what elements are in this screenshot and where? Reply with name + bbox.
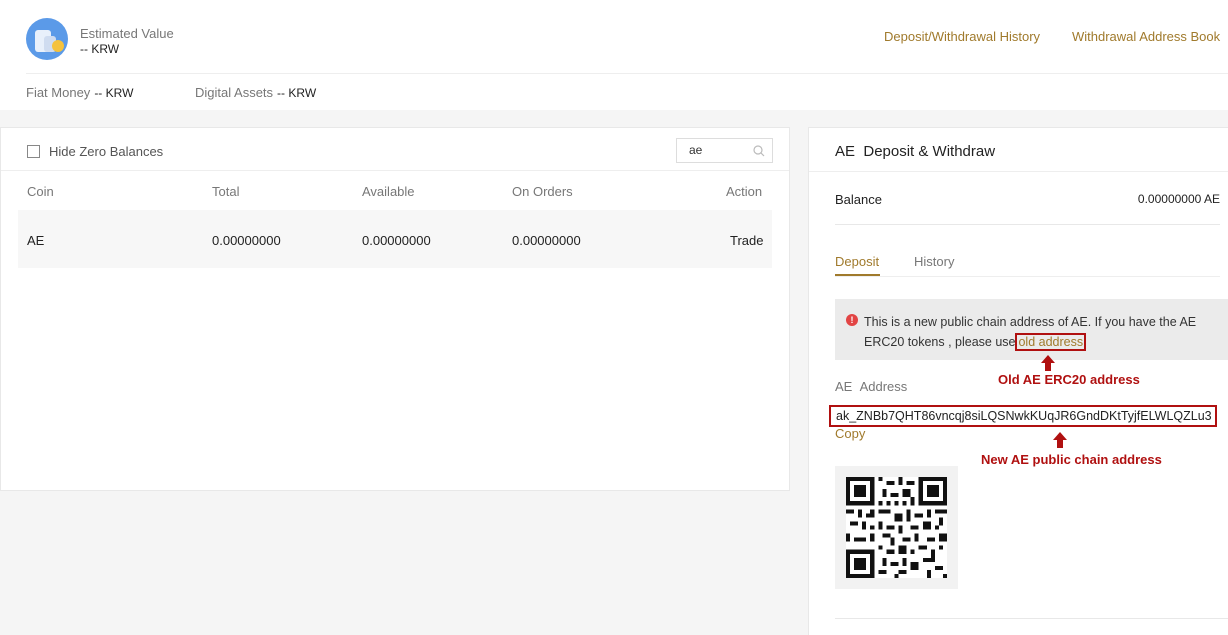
error-icon: ! [846,314,858,326]
tab-history[interactable]: History [914,254,954,269]
cell-available: 0.00000000 [362,233,431,248]
cell-total: 0.00000000 [212,233,281,248]
annotation-old-address: Old AE ERC20 address [998,372,1140,387]
notice-text: This is a new public chain address of AE… [864,312,1209,352]
address-label-coin: AE [835,379,853,394]
column-header-on-orders: On Orders [512,184,573,199]
fiat-money-value: -- KRW [94,86,134,100]
column-header-total: Total [212,184,240,199]
coin-search-input[interactable] [689,142,749,158]
divider [835,276,1220,277]
divider [809,171,1228,172]
trade-link[interactable]: Trade [730,233,763,248]
divider [26,73,1228,74]
qr-code-icon [846,477,947,578]
coin-search[interactable] [676,138,773,163]
cell-coin: AE [27,233,45,248]
hide-zero-label: Hide Zero Balances [49,144,164,159]
deposit-withdrawal-history-link[interactable]: Deposit/Withdrawal History [884,29,1040,44]
column-header-available: Available [362,184,415,199]
up-arrow-icon [1053,432,1067,448]
balances-panel: Hide Zero Balances Coin Total Available … [0,127,790,491]
divider [835,618,1228,619]
cell-on-orders: 0.00000000 [512,233,581,248]
digital-assets-label: Digital Assets [195,85,274,100]
fiat-money: Fiat Money -- KRW [26,85,133,100]
divider [1,170,789,171]
annotation-new-address: New AE public chain address [981,452,1162,467]
balance-value: 0.00000000 AE [1137,192,1220,206]
fiat-money-label: Fiat Money [26,85,91,100]
search-icon[interactable] [751,143,767,159]
column-header-action: Action [726,184,763,199]
wallet-avatar-icon [26,18,68,60]
column-header-coin: Coin [27,184,54,199]
qr-code [835,466,958,589]
deposit-address[interactable]: ak_ZNBb7QHT86vncqj8siLQSNwkKUqJR6GndDKtT… [829,405,1217,427]
address-label-text: Address [859,379,908,394]
account-summary-bar: Estimated Value -- KRW Deposit/Withdrawa… [0,0,1228,110]
estimated-value-label: Estimated Value [80,26,174,41]
hide-zero-checkbox[interactable] [27,145,40,158]
notice-box: ! This is a new public chain address of … [835,299,1228,360]
panel-title-text: Deposit & Withdraw [863,143,996,160]
panel-title-coin: AE [835,143,856,160]
address-label: AE Address [835,379,907,394]
old-address-link[interactable]: old address [1015,333,1087,351]
up-arrow-icon [1041,355,1055,371]
hide-zero-toggle[interactable]: Hide Zero Balances [27,144,163,159]
digital-assets-value: -- KRW [277,86,317,100]
balance-label: Balance [835,192,882,207]
digital-assets: Digital Assets -- KRW [195,85,316,100]
estimated-value: -- KRW [80,42,120,56]
withdrawal-address-book-link[interactable]: Withdrawal Address Book [1072,29,1220,44]
copy-button[interactable]: Copy [835,426,865,441]
tab-deposit[interactable]: Deposit [835,254,879,269]
panel-title: AE Deposit & Withdraw [835,143,995,160]
divider [835,224,1220,225]
